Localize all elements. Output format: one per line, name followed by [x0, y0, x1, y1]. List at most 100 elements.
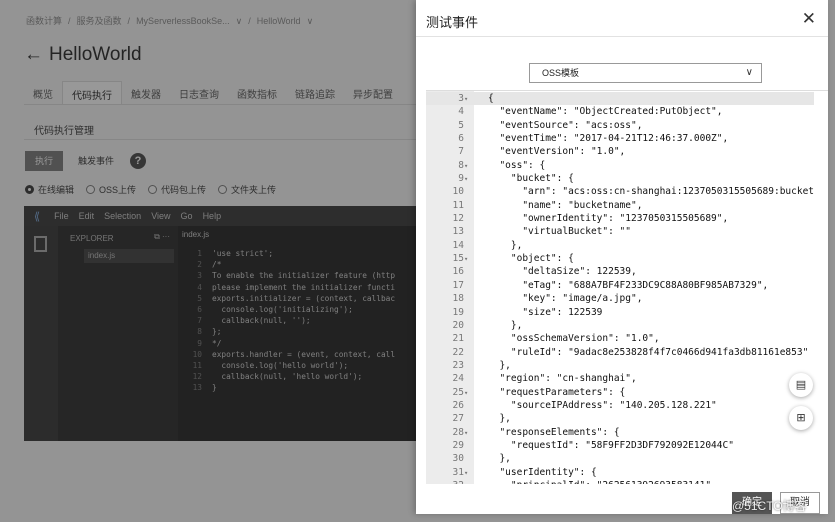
line-number: 22	[452, 346, 464, 358]
fold-caret-icon[interactable]: ▾	[464, 467, 474, 480]
chat-icon[interactable]: ▤	[789, 373, 813, 397]
json-line: 6 "eventTime": "2017-04-21T12:46:37.000Z…	[426, 132, 814, 145]
json-text: },	[488, 453, 511, 465]
line-number: 16	[452, 266, 464, 278]
json-text: "name": "bucketname",	[488, 199, 643, 211]
test-event-drawer: 测试事件 ✕ OSS模板 ∨ 3▾{4 "eventName": "Object…	[416, 0, 828, 514]
json-text: },	[488, 413, 511, 425]
fold-caret-icon[interactable]: ▾	[464, 387, 474, 400]
json-text: "size": 122539	[488, 306, 603, 318]
line-number: 12	[452, 213, 464, 225]
json-line: 4 "eventName": "ObjectCreated:PutObject"…	[426, 105, 814, 118]
json-line: 28▾ "responseElements": {	[426, 426, 814, 439]
line-number: 7	[458, 146, 464, 158]
json-line: 5 "eventSource": "acs:oss",	[426, 119, 814, 132]
json-text: },	[488, 239, 523, 251]
json-text: "bucket": {	[488, 173, 574, 185]
json-text: "region": "cn-shanghai",	[488, 373, 637, 385]
json-text: "responseElements": {	[488, 426, 620, 438]
json-text: "object": {	[488, 253, 574, 265]
line-number: 23	[452, 359, 464, 371]
fold-caret-icon[interactable]: ▾	[464, 427, 474, 440]
json-text: "ossSchemaVersion": "1.0",	[488, 333, 660, 345]
json-line: 20 },	[426, 319, 814, 332]
json-text: "principalId": "262561392693583141"	[474, 480, 711, 484]
json-line: 14 },	[426, 239, 814, 252]
event-json-editor[interactable]: 3▾{4 "eventName": "ObjectCreated:PutObje…	[426, 90, 828, 484]
line-number: 24	[452, 373, 464, 385]
json-line: 26 "sourceIPAddress": "140.205.128.221"	[426, 399, 814, 412]
json-line: 10 "arn": "acs:oss:cn-shanghai:123705031…	[426, 185, 814, 198]
line-number: 18	[452, 293, 464, 305]
template-select[interactable]: OSS模板 ∨	[529, 63, 762, 83]
json-line: 7 "eventVersion": "1.0",	[426, 145, 814, 158]
line-number: 21	[452, 333, 464, 345]
line-number: 26	[452, 399, 464, 411]
line-number: 11	[452, 199, 464, 211]
json-line: 27 },	[426, 412, 814, 425]
line-number: 6	[458, 133, 464, 145]
json-line: 13 "virtualBucket": ""	[426, 225, 814, 238]
line-number: 15	[452, 253, 464, 265]
json-text: "requestParameters": {	[488, 386, 626, 398]
json-line: 8▾ "oss": {	[426, 159, 814, 172]
json-line: 12 "ownerIdentity": "1237050315505689",	[426, 212, 814, 225]
line-number: 32	[426, 479, 464, 484]
line-number: 14	[452, 239, 464, 251]
chevron-down-icon: ∨	[745, 67, 753, 78]
json-text: "key": "image/a.jpg",	[488, 293, 643, 305]
json-text: "eventSource": "acs:oss",	[488, 119, 643, 131]
close-icon[interactable]: ✕	[802, 9, 816, 29]
json-text: {	[488, 93, 494, 104]
json-line: 17 "eTag": "688A7BF4F233DC9C88A80BF985AB…	[426, 279, 814, 292]
json-text: "eTag": "688A7BF4F233DC9C88A80BF985AB732…	[488, 279, 769, 291]
json-text: "ruleId": "9adac8e253828f4f7c0466d941fa3…	[488, 346, 809, 358]
fold-caret-icon[interactable]: ▾	[464, 160, 474, 173]
json-line: 9▾ "bucket": {	[426, 172, 814, 185]
json-line: 31▾ "userIdentity": {	[426, 466, 814, 479]
fold-caret-icon[interactable]: ▾	[464, 173, 474, 186]
json-text: "ownerIdentity": "1237050315505689",	[488, 213, 729, 225]
line-number: 4	[458, 106, 464, 118]
line-number: 3	[458, 93, 464, 104]
line-number: 29	[452, 439, 464, 451]
json-text: "requestId": "58F9FF2D3DF792092E12044C"	[488, 439, 734, 451]
line-number: 5	[458, 119, 464, 131]
line-number: 25	[452, 386, 464, 398]
watermark: @51CTO博客	[732, 499, 807, 513]
apps-icon[interactable]: ⊞	[789, 406, 813, 430]
json-line: 23 },	[426, 359, 814, 372]
json-text: },	[488, 319, 523, 331]
line-number: 8	[458, 159, 464, 171]
json-line: 22 "ruleId": "9adac8e253828f4f7c0466d941…	[426, 346, 814, 359]
json-text: "sourceIPAddress": "140.205.128.221"	[488, 399, 717, 411]
line-number: 20	[452, 319, 464, 331]
json-line: 29 "requestId": "58F9FF2D3DF792092E12044…	[426, 439, 814, 452]
json-line: 24 "region": "cn-shanghai",	[426, 372, 814, 385]
drawer-title: 测试事件	[426, 15, 479, 30]
json-text: "virtualBucket": ""	[488, 226, 631, 238]
line-number: 30	[452, 453, 464, 465]
json-text: "eventName": "ObjectCreated:PutObject",	[488, 106, 723, 118]
json-line: 21 "ossSchemaVersion": "1.0",	[426, 332, 814, 345]
json-text: "oss": {	[488, 159, 546, 171]
line-number: 17	[452, 279, 464, 291]
json-text: "eventVersion": "1.0",	[488, 146, 626, 158]
json-text: "deltaSize": 122539,	[488, 266, 637, 278]
json-line: 19 "size": 122539	[426, 306, 814, 319]
json-line: 3▾ {	[426, 92, 815, 106]
divider	[416, 36, 828, 37]
line-number: 10	[452, 186, 464, 198]
json-text: "userIdentity": {	[488, 466, 597, 478]
json-text: "arn": "acs:oss:cn-shanghai:123705031550…	[488, 186, 815, 198]
fold-caret-icon[interactable]: ▾	[464, 253, 474, 266]
json-line: 25▾ "requestParameters": {	[426, 386, 814, 399]
line-number: 9	[458, 173, 464, 185]
line-number: 31	[452, 466, 464, 478]
json-line: 32 "principalId": "262561392693583141"	[426, 479, 814, 484]
json-text: "eventTime": "2017-04-21T12:46:37.000Z",	[488, 133, 729, 145]
fold-caret-icon[interactable]: ▾	[464, 93, 474, 106]
line-number: 13	[452, 226, 464, 238]
json-text: },	[488, 359, 511, 371]
line-number: 27	[452, 413, 464, 425]
